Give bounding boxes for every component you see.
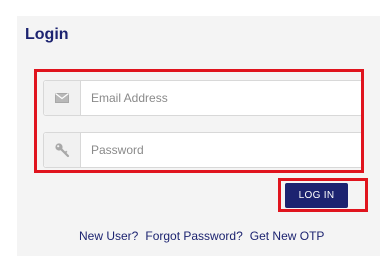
auth-links: New User? Forgot Password? Get New OTP <box>79 229 324 243</box>
login-button[interactable]: LOG IN <box>285 183 348 208</box>
fields-highlight <box>34 69 364 173</box>
page-title: Login <box>25 26 69 43</box>
forgot-password-link[interactable]: Forgot Password? <box>145 229 242 243</box>
get-new-otp-link[interactable]: Get New OTP <box>250 229 325 243</box>
new-user-link[interactable]: New User? <box>79 229 138 243</box>
